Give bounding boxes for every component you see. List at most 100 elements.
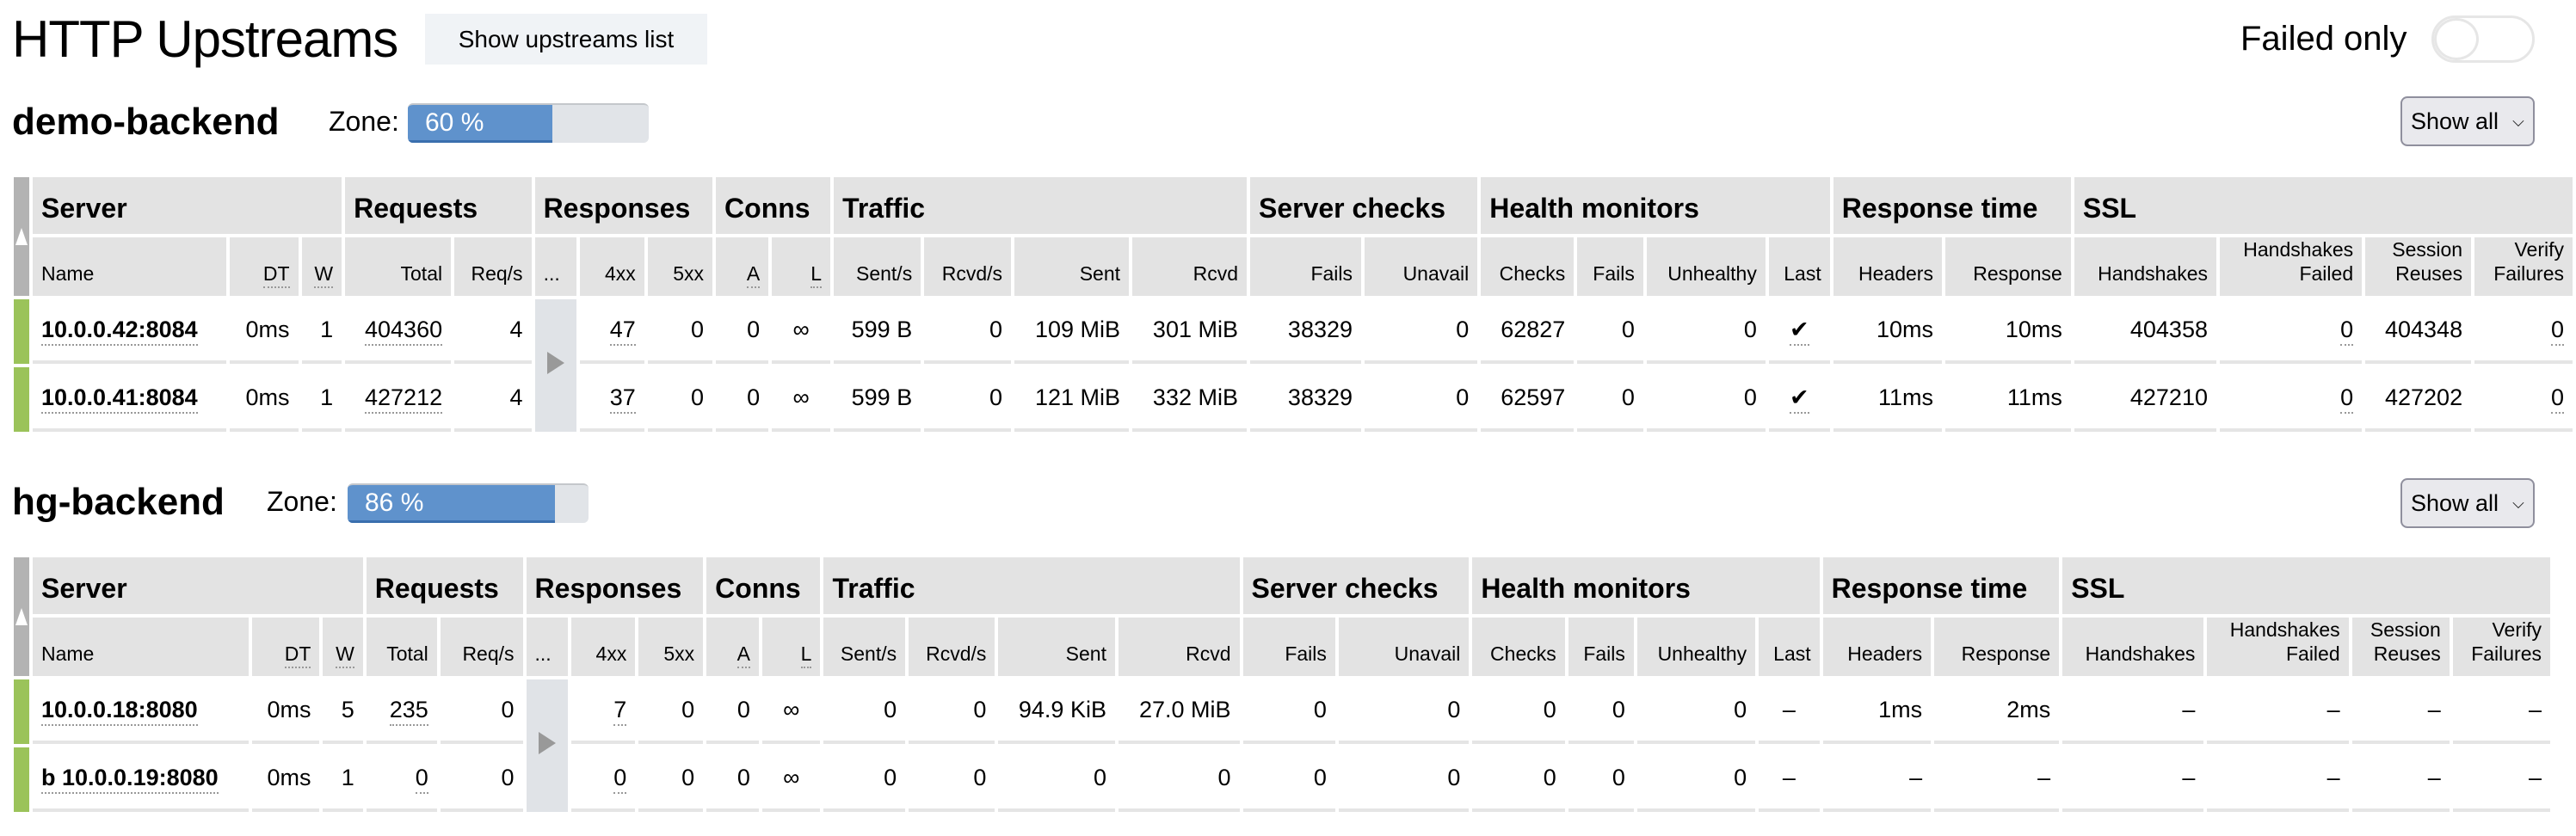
group-header-server: Server [33,177,342,234]
column-header-ssl-reuse[interactable]: Session Reuses [2351,618,2450,676]
column-header-ssl-hs[interactable]: Handshakes [2062,618,2204,676]
column-header-r5xx[interactable]: 5xx [647,237,713,296]
column-header-r4xx[interactable]: 4xx [579,237,644,296]
cell-value: – [2037,765,2051,790]
column-header-hm-checks[interactable]: Checks [1481,237,1575,296]
column-header-reqs[interactable]: Req/s [454,237,532,296]
column-header-rt-headers[interactable]: Headers [1822,618,1932,676]
column-header-ssl-hs[interactable]: Handshakes [2074,237,2216,296]
column-header-name[interactable]: Name [33,618,249,676]
group-header-requests: Requests [366,557,523,614]
server-row[interactable]: 10.0.0.41:8084 0ms 1 427212 4 37 0 0 ∞ 599 B 0 121 … [14,367,2573,432]
column-header-w[interactable]: W [323,618,363,676]
column-header-sc-fails[interactable]: Fails [1242,618,1335,676]
cell-name[interactable]: 10.0.0.41:8084 [33,367,227,432]
cell-sent: 94.9 KiB [998,679,1115,744]
column-header-sc-unavail[interactable]: Unavail [1365,237,1478,296]
cell-value: 0 [2550,384,2564,414]
failed-only-toggle[interactable] [2431,15,2535,63]
column-header-a[interactable]: A [716,237,769,296]
column-header-a[interactable]: A [706,618,759,676]
column-header-r5xx[interactable]: 5xx [638,618,704,676]
column-header-hm-unhealthy[interactable]: Unhealthy [1646,237,1766,296]
show-upstreams-list-button[interactable]: Show upstreams list [425,14,707,65]
cell-r4xx: 0 [570,747,636,812]
cell-ssl-verify: 0 [2474,367,2573,432]
header-label: 5xx [663,642,695,665]
cell-name[interactable]: b 10.0.0.19:8080 [33,747,249,812]
column-header-sent-s[interactable]: Sent/s [823,618,906,676]
column-header-name[interactable]: Name [33,237,227,296]
cell-rcvd: 332 MiB [1132,367,1247,432]
group-header-server-checks: Server checks [1242,557,1470,614]
column-header-l[interactable]: L [772,237,831,296]
cell-value: ✔ [1789,384,1809,414]
column-header-hm-fails[interactable]: Fails [1577,237,1643,296]
column-header-sent[interactable]: Sent [998,618,1115,676]
column-header-rcvd[interactable]: Rcvd [1132,237,1247,296]
column-header-ssl-verify[interactable]: Verify Failures [2452,618,2550,676]
column-header-total[interactable]: Total [366,618,437,676]
server-status-indicator [14,367,29,432]
cell-r4xx: 37 [579,367,644,432]
column-header-sc-unavail[interactable]: Unavail [1338,618,1470,676]
zone-label: Zone: [329,106,399,137]
server-name-link[interactable]: 10.0.0.41:8084 [41,384,198,414]
cell-r4xx: 47 [579,299,644,364]
column-header-rcvd[interactable]: Rcvd [1118,618,1240,676]
column-header-rt-response[interactable]: Response [1934,618,2060,676]
column-header-ssl-hs-failed[interactable]: Handshakes Failed [2219,237,2363,296]
server-name-link[interactable]: 10.0.0.42:8084 [41,317,198,346]
column-header-dt[interactable]: DT [251,618,320,676]
column-header-l[interactable]: L [761,618,821,676]
column-header-more[interactable]: ... [526,618,568,676]
server-filter-select[interactable]: Show all ⌵ [2400,478,2535,528]
column-header-hm-fails[interactable]: Fails [1568,618,1634,676]
column-header-ssl-reuse[interactable]: Session Reuses [2365,237,2472,296]
column-header-hm-last[interactable]: Last [1759,618,1820,676]
cell-value: 1 [320,384,334,410]
server-row[interactable]: b 10.0.0.19:8080 0ms 1 0 0 0 0 0 ∞ 0 0 0 0 0 0 0 0 0 – – – – –… [14,747,2550,812]
server-row[interactable]: 10.0.0.18:8080 0ms 5 235 0 7 0 0 ∞ 0 0 94.9 KiB 27.0… [14,679,2550,812]
cell-total: 0 [366,747,437,812]
column-header-hm-checks[interactable]: Checks [1472,618,1565,676]
server-name-link[interactable]: b 10.0.0.19:8080 [41,765,219,794]
column-header-rcvd-s[interactable]: Rcvd/s [909,618,995,676]
column-header-dt[interactable]: DT [230,237,299,296]
column-header-hm-unhealthy[interactable]: Unhealthy [1636,618,1756,676]
cell-value: 0 [989,317,1003,342]
column-header-r4xx[interactable]: 4xx [570,618,636,676]
collapse-toggle[interactable] [14,557,29,676]
expand-responses-button[interactable] [534,299,576,432]
header-label: Headers [1858,262,1933,285]
cell-name[interactable]: 10.0.0.42:8084 [33,299,227,364]
column-header-rt-response[interactable]: Response [1944,237,2071,296]
column-header-hm-last[interactable]: Last [1768,237,1830,296]
column-header-sent-s[interactable]: Sent/s [834,237,921,296]
column-header-sc-fails[interactable]: Fails [1249,237,1362,296]
group-header-server-checks: Server checks [1249,177,1478,234]
expand-responses-button[interactable] [526,679,568,812]
group-header-health-monitors: Health monitors [1481,177,1830,234]
column-header-ssl-hs-failed[interactable]: Handshakes Failed [2207,618,2349,676]
cell-sc-fails: 0 [1242,679,1335,744]
column-header-total[interactable]: Total [345,237,452,296]
column-header-w[interactable]: W [301,237,342,296]
collapse-toggle[interactable] [14,177,29,296]
column-header-reqs[interactable]: Req/s [440,618,523,676]
column-header-ssl-verify[interactable]: Verify Failures [2474,237,2573,296]
column-header-sent[interactable]: Sent [1014,237,1130,296]
column-header-more[interactable]: ... [534,237,576,296]
header-label: Sent/s [840,642,897,665]
server-row[interactable]: 10.0.0.42:8084 0ms 1 404360 4 47 0 0 ∞ 599 B 0 109 … [14,299,2573,432]
server-name-link[interactable]: 10.0.0.18:8080 [41,697,198,726]
cell-value: 7 [613,697,627,726]
column-header-rt-headers[interactable]: Headers [1833,237,1942,296]
cell-a: 0 [716,367,769,432]
zone-usage-fill: 86 % [348,485,555,523]
cell-sent: 109 MiB [1014,299,1130,364]
cell-ssl-reuse: 427202 [2365,367,2472,432]
column-header-rcvd-s[interactable]: Rcvd/s [924,237,1012,296]
server-filter-select[interactable]: Show all ⌵ [2400,96,2535,146]
cell-name[interactable]: 10.0.0.18:8080 [33,679,249,744]
